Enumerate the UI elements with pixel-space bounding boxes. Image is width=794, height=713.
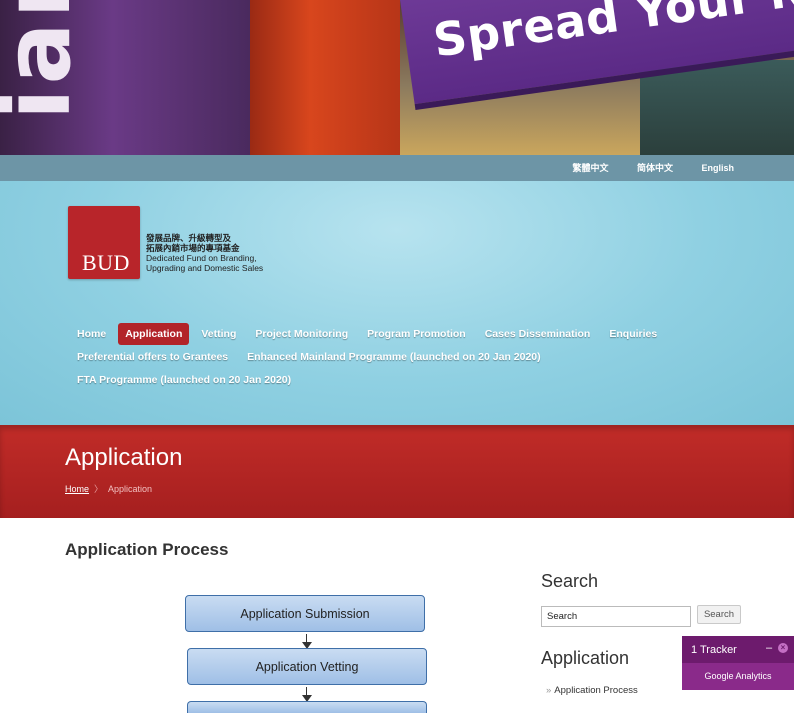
breadcrumb: Home 〉 Application bbox=[65, 482, 152, 495]
page: 繁體中文 简体中文 English BUD 發展品牌、升級轉型及 拓展內銷市場的… bbox=[0, 155, 794, 713]
breadcrumb-home-link[interactable]: Home bbox=[65, 484, 89, 494]
logo-en-line-2: Upgrading and Domestic Sales bbox=[146, 263, 264, 273]
nav-home[interactable]: Home bbox=[70, 323, 113, 345]
nav-preferential-offers[interactable]: Preferential offers to Grantees bbox=[70, 346, 235, 368]
nav-row-1: Home Application Vetting Project Monitor… bbox=[70, 322, 770, 345]
flow-step-next bbox=[187, 701, 427, 713]
search-input[interactable] bbox=[541, 606, 691, 627]
breadcrumb-separator: 〉 bbox=[94, 484, 104, 494]
lang-traditional-chinese[interactable]: 繁體中文 bbox=[573, 155, 609, 181]
nav-fta-programme[interactable]: FTA Programme (launched on 20 Jan 2020) bbox=[70, 369, 298, 391]
banner-left-text: ian bbox=[0, 0, 91, 120]
flow-step-application-vetting: Application Vetting bbox=[187, 648, 427, 685]
tracker-title: 1 Tracker bbox=[691, 643, 737, 656]
site-header: BUD 發展品牌、升級轉型及 拓展內銷市場的專項基金 Dedicated Fun… bbox=[0, 181, 794, 426]
close-icon[interactable]: × bbox=[778, 643, 788, 653]
bud-logo[interactable]: BUD bbox=[68, 206, 140, 279]
sidebar-search-heading: Search bbox=[541, 571, 599, 591]
search-button[interactable]: Search bbox=[697, 605, 741, 624]
logo-en-line-1: Dedicated Fund on Branding, bbox=[146, 253, 257, 263]
nav-cases-dissemination[interactable]: Cases Dissemination bbox=[478, 323, 598, 345]
logo-zh-line-2: 拓展內銷市場的專項基金 bbox=[146, 243, 240, 253]
sidebar-link-label: Application Process bbox=[554, 685, 638, 696]
flow-step-application-submission: Application Submission bbox=[185, 595, 425, 632]
main-nav: Home Application Vetting Project Monitor… bbox=[70, 322, 770, 391]
chevron-right-icon: » bbox=[546, 685, 552, 696]
nav-row-3: FTA Programme (launched on 20 Jan 2020) bbox=[70, 368, 770, 391]
tracker-widget: 1 Tracker – × Google Analytics bbox=[682, 636, 794, 690]
tracker-header: 1 Tracker – × bbox=[682, 636, 794, 663]
minimize-icon[interactable]: – bbox=[766, 642, 772, 654]
sidebar-application-heading: Application bbox=[541, 648, 630, 668]
nav-project-monitoring[interactable]: Project Monitoring bbox=[248, 323, 355, 345]
hero-banner: ian Spread Your Name bbox=[0, 0, 794, 155]
nav-program-promotion[interactable]: Program Promotion bbox=[360, 323, 473, 345]
banner-orange-panel bbox=[250, 0, 400, 155]
tracker-item-google-analytics[interactable]: Google Analytics bbox=[682, 663, 794, 690]
nav-row-2: Preferential offers to Grantees Enhanced… bbox=[70, 345, 770, 368]
nav-enquiries[interactable]: Enquiries bbox=[602, 323, 664, 345]
language-bar: 繁體中文 简体中文 English bbox=[0, 155, 794, 181]
main-content: Application Process Application Submissi… bbox=[0, 518, 794, 713]
title-band: Application Home 〉 Application bbox=[0, 425, 794, 518]
lang-simplified-chinese[interactable]: 简体中文 bbox=[637, 155, 673, 181]
flow-arrow-2 bbox=[302, 687, 312, 702]
breadcrumb-current: Application bbox=[108, 484, 153, 494]
page-title: Application bbox=[65, 444, 183, 471]
flow-arrow-1 bbox=[302, 634, 312, 649]
nav-enhanced-mainland-programme[interactable]: Enhanced Mainland Programme (launched on… bbox=[240, 346, 548, 368]
sidebar-link-application-process[interactable]: » Application Process bbox=[546, 685, 638, 696]
logo-text: 發展品牌、升級轉型及 拓展內銷市場的專項基金 Dedicated Fund on… bbox=[146, 233, 263, 273]
nav-vetting[interactable]: Vetting bbox=[194, 323, 243, 345]
logo-mark: BUD bbox=[82, 250, 130, 275]
lang-english[interactable]: English bbox=[701, 155, 734, 181]
logo-zh-line-1: 發展品牌、升級轉型及 bbox=[146, 233, 232, 243]
section-title: Application Process bbox=[65, 540, 229, 559]
nav-application[interactable]: Application bbox=[118, 322, 190, 345]
